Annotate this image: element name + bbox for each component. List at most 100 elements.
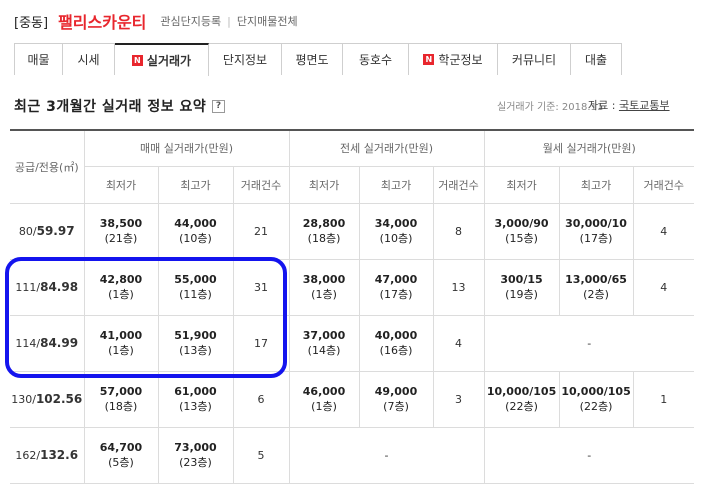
price-amount: 51,900 [174, 329, 217, 342]
tab-loan[interactable]: 대출 [571, 43, 622, 75]
price-amount: 47,000 [374, 273, 418, 286]
price-floor: (1층) [108, 344, 134, 357]
help-icon[interactable]: ? [212, 99, 226, 113]
price-amount: 13,000/65 [565, 273, 627, 286]
source-link[interactable]: 국토교통부 [619, 99, 670, 112]
sale-min-cell: 42,800 (1층) [83, 259, 158, 316]
area-cell: 162/132.6 [10, 427, 84, 484]
supply-area: 111/ [15, 281, 41, 294]
new-badge-icon: N [131, 55, 143, 66]
supply-area: 114/ [15, 337, 41, 350]
price-amount: 55,000 [174, 273, 217, 286]
price-floor: (22층) [505, 400, 538, 413]
count-header: 거래건수 [432, 166, 485, 204]
area-cell: 80/59.97 [10, 203, 84, 260]
exclusive-area: 132.6 [40, 448, 79, 462]
price-amount: 38,500 [99, 217, 143, 230]
jeonse-group-header: 전세 실거래가(만원) [288, 130, 485, 167]
price-floor: (10층) [179, 232, 212, 245]
monthly-count-cell: 4 [632, 203, 695, 260]
price-amount: 10,000/105 [561, 385, 631, 398]
price-amount: 40,000 [374, 329, 418, 342]
count-header: 거래건수 [232, 166, 290, 204]
price-amount: 34,000 [374, 217, 418, 230]
max-price-header: 최고가 [157, 166, 233, 204]
count-header: 거래건수 [632, 166, 695, 204]
jeonse-empty-cell: - [288, 427, 485, 484]
tab-label: 실거래가 [146, 54, 192, 68]
tab-label: 커뮤니티 [511, 53, 557, 67]
jeonse-min-cell: 28,800 (18층) [288, 203, 360, 260]
area-cell: 130/102.56 [10, 371, 84, 428]
monthly-min-cell: 3,000/90 (15층) [483, 203, 560, 260]
tab-floor-plan[interactable]: 평면도 [282, 43, 343, 75]
price-amount: 61,000 [174, 385, 217, 398]
sale-min-cell: 64,700 (5층) [83, 427, 158, 484]
favorite-complex-link[interactable]: 관심단지등록 [160, 13, 221, 29]
price-amount: 41,000 [99, 329, 143, 342]
price-floor: (21층) [104, 232, 138, 245]
sale-group-header: 매매 실거래가(만원) [83, 130, 290, 167]
sale-max-cell: 44,000 (10층) [157, 203, 233, 260]
sale-max-cell: 61,000 (13층) [157, 371, 233, 428]
price-floor: (23층) [179, 456, 212, 469]
sale-min-cell: 38,500 (21층) [83, 203, 158, 260]
tab-market-price[interactable]: 시세 [63, 43, 115, 75]
tab-actual-transactions[interactable]: N 실거래가 [115, 43, 209, 76]
price-floor: (16층) [379, 344, 413, 357]
tab-community[interactable]: 커뮤니티 [498, 43, 571, 75]
section-title: 최근 3개월간 실거래 정보 요약 ? [14, 96, 226, 116]
monthly-max-cell: 10,000/105 (22층) [558, 371, 634, 428]
jeonse-max-cell: 34,000 (10층) [358, 203, 434, 260]
tab-complex-info[interactable]: 단지정보 [209, 43, 282, 75]
sale-min-cell: 41,000 (1층) [83, 315, 158, 372]
price-amount: 73,000 [174, 441, 217, 454]
tab-school-info[interactable]: N 학군정보 [409, 43, 498, 75]
complex-name[interactable]: 팰리스카운티 [58, 9, 146, 33]
jeonse-count-cell: 8 [432, 203, 485, 260]
transaction-summary-table: 공급/전용(㎡) 매매 실거래가(만원) 전세 실거래가(만원) 월세 실거래가… [10, 129, 695, 484]
price-floor: (1층) [108, 288, 134, 301]
all-listings-link[interactable]: 단지매물전체 [237, 13, 298, 29]
sale-count-cell: 5 [232, 427, 290, 484]
tab-label: 동호수 [358, 53, 393, 67]
max-price-header: 최고가 [358, 166, 434, 204]
price-floor: (18층) [104, 400, 138, 413]
max-price-header: 최고가 [558, 166, 634, 204]
price-floor: (13층) [179, 400, 212, 413]
sale-max-cell: 51,900 (13층) [157, 315, 233, 372]
exclusive-area: 102.56 [35, 392, 83, 406]
jeonse-count-cell: 4 [432, 315, 485, 372]
sale-count-cell: 21 [232, 203, 290, 260]
sale-count-cell: 17 [232, 315, 290, 372]
price-floor: (22층) [579, 400, 613, 413]
min-price-header: 최저가 [288, 166, 360, 204]
tab-listings[interactable]: 매물 [14, 43, 63, 75]
tab-label: 매물 [27, 53, 50, 67]
price-floor: (5층) [108, 456, 134, 469]
price-amount: 64,700 [99, 441, 143, 454]
price-amount: 300/15 [500, 273, 543, 286]
monthly-min-cell: 10,000/105 (22층) [483, 371, 560, 428]
table-row: 130/102.56 57,000 (18층) 61,000 (13층) 6 46,… [10, 371, 695, 428]
min-price-header: 최저가 [83, 166, 158, 204]
tab-bar: 매물 시세 N 실거래가 단지정보 평면도 동호수 N 학군정보 커뮤니티 대출 [14, 43, 622, 76]
sale-min-cell: 57,000 (18층) [83, 371, 158, 428]
area-cell: 114/84.99 [10, 315, 84, 372]
tab-unit-numbers[interactable]: 동호수 [343, 43, 409, 75]
price-amount: 46,000 [302, 385, 346, 398]
price-amount: 49,000 [374, 385, 418, 398]
region-label: [중동] [14, 15, 49, 31]
header-divider: | [227, 14, 231, 28]
jeonse-min-cell: 38,000 (1층) [288, 259, 360, 316]
jeonse-min-cell: 37,000 (14층) [288, 315, 360, 372]
jeonse-max-cell: 49,000 (7층) [358, 371, 434, 428]
table-row: 80/59.97 38,500 (21층) 44,000 (10층) 21 28,8… [10, 203, 695, 260]
area-column-header: 공급/전용(㎡) [10, 130, 84, 204]
exclusive-area: 59.97 [36, 224, 75, 238]
exclusive-area: 84.99 [40, 336, 79, 350]
table-row: 111/84.98 42,800 (1층) 55,000 (11층) 31 38,0… [10, 259, 695, 316]
price-floor: (10층) [379, 232, 413, 245]
monthly-empty-cell: - [483, 427, 695, 484]
monthly-max-cell: 13,000/65 (2층) [558, 259, 634, 316]
